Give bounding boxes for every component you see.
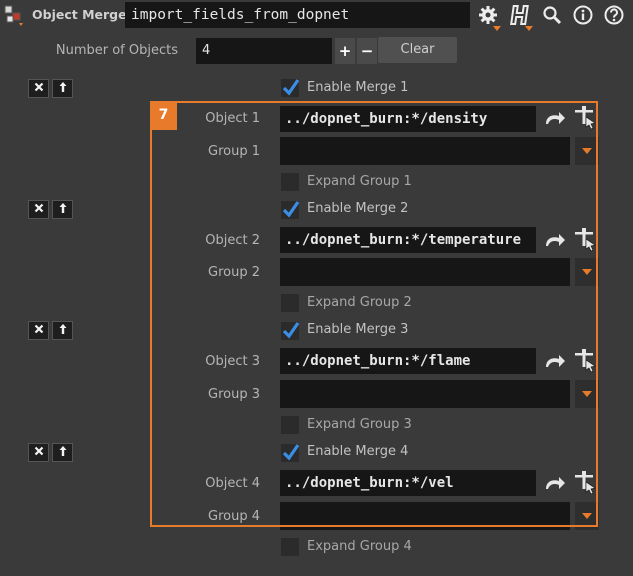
- insert-merge-button[interactable]: [52, 79, 73, 98]
- insert-merge-button[interactable]: [52, 321, 73, 340]
- insert-arrow-icon: [58, 81, 68, 97]
- gear-icon[interactable]: [476, 4, 501, 31]
- remove-merge-button[interactable]: [28, 321, 49, 340]
- remove-merge-button[interactable]: [28, 443, 49, 462]
- node-type-label: Object Merge: [32, 7, 127, 22]
- clear-button[interactable]: Clear: [378, 37, 457, 63]
- houdini-help-icon[interactable]: [507, 4, 533, 31]
- insert-arrow-icon: [58, 445, 68, 461]
- expand-group-label: Expand Group 4: [307, 539, 412, 554]
- close-icon: [34, 202, 44, 217]
- insert-merge-button[interactable]: [52, 443, 73, 462]
- enable-merge-checkbox[interactable]: [281, 79, 300, 97]
- remove-merge-button[interactable]: [28, 79, 49, 98]
- insert-arrow-icon: [58, 323, 68, 339]
- node-name-input[interactable]: import_fields_from_dopnet: [125, 2, 470, 28]
- highlight-frame: [150, 101, 598, 527]
- search-icon[interactable]: [540, 4, 564, 26]
- close-icon: [34, 445, 44, 460]
- add-object-button[interactable]: +: [335, 38, 355, 64]
- number-of-objects-label: Number of Objects: [55, 43, 178, 58]
- close-icon: [34, 323, 44, 338]
- step-number-badge: 7: [150, 101, 177, 130]
- insert-arrow-icon: [58, 202, 68, 218]
- number-of-objects-input[interactable]: 4: [196, 38, 332, 64]
- close-icon: [34, 81, 44, 96]
- object-merge-node-icon[interactable]: [4, 4, 26, 26]
- info-icon[interactable]: [571, 4, 595, 26]
- insert-merge-button[interactable]: [52, 200, 73, 219]
- expand-group-checkbox[interactable]: [281, 538, 299, 556]
- question-icon[interactable]: [602, 4, 626, 26]
- remove-object-button[interactable]: −: [357, 38, 377, 64]
- enable-merge-label: Enable Merge 1: [307, 80, 409, 95]
- remove-merge-button[interactable]: [28, 200, 49, 219]
